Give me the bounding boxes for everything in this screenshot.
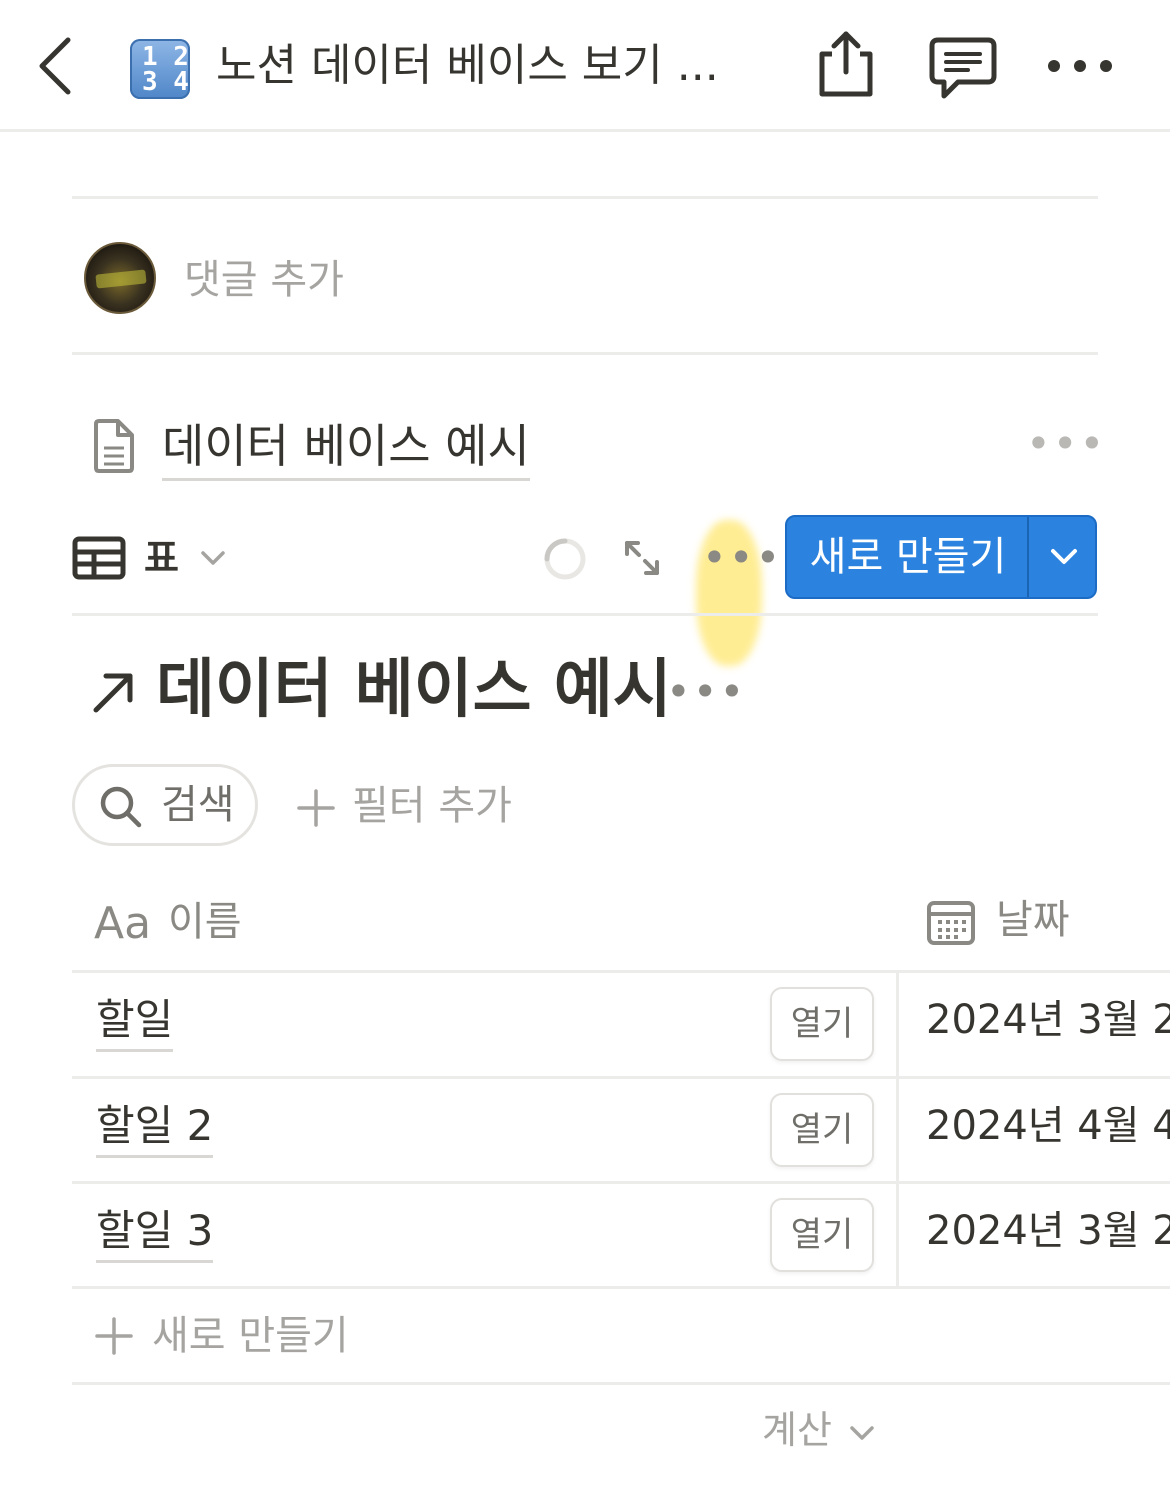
divider [72, 613, 1098, 616]
back-chevron-icon[interactable] [34, 34, 78, 98]
add-filter-button[interactable]: 필터 추가 [352, 778, 512, 834]
row-title[interactable]: 할일 [96, 991, 174, 1052]
row-title[interactable]: 할일 2 [96, 1097, 214, 1158]
add-comment-input[interactable]: 댓글 추가 [184, 254, 344, 306]
row-title[interactable]: 할일 3 [96, 1202, 214, 1263]
column-header-name[interactable]: 이름 [168, 894, 242, 950]
row-divider [72, 1286, 1170, 1289]
open-button[interactable]: 열기 [770, 1093, 874, 1167]
new-button-label[interactable]: 새로 만들기 [787, 517, 1029, 597]
database-title[interactable]: 데이터 베이스 예시 [156, 648, 672, 732]
row-divider [72, 1382, 1170, 1385]
search-label: 검색 [161, 782, 235, 828]
top-nav-bar: 1 2 3 4 노션 데이터 베이스 보기 ... [0, 0, 1170, 132]
loading-spinner-icon [544, 538, 586, 580]
date-cell[interactable]: 2024년 3월 2 [926, 1202, 1170, 1260]
divider [72, 196, 1098, 199]
chevron-down-icon[interactable] [200, 548, 226, 568]
chevron-down-icon[interactable] [848, 1422, 876, 1444]
chevron-down-icon[interactable] [1049, 545, 1079, 569]
open-button[interactable]: 열기 [770, 987, 874, 1061]
column-header-date[interactable]: 날짜 [996, 892, 1070, 948]
view-more-icon[interactable]: ••• [702, 537, 782, 579]
view-selector[interactable]: 표 [144, 530, 179, 586]
page-title[interactable]: 노션 데이터 베이스 보기 ... [216, 36, 736, 96]
document-icon [94, 419, 134, 473]
date-cell[interactable]: 2024년 4월 4 [926, 1097, 1170, 1155]
calculate-button[interactable]: 계산 [762, 1402, 832, 1458]
avatar [84, 242, 156, 314]
divider [72, 352, 1098, 355]
table-row[interactable]: 할일 열기 2024년 3월 2 [72, 973, 1170, 1077]
date-cell[interactable]: 2024년 3월 2 [926, 991, 1170, 1049]
add-row-button[interactable]: 새로 만들기 [152, 1308, 349, 1364]
plus-icon[interactable] [94, 1316, 134, 1356]
comments-icon[interactable] [928, 36, 998, 102]
open-button[interactable]: 열기 [770, 1198, 874, 1272]
linked-database-title[interactable]: 데이터 베이스 예시 [162, 416, 530, 481]
expand-icon[interactable] [622, 538, 662, 578]
page-emoji-icon: 1 2 3 4 [130, 39, 190, 99]
table-row[interactable]: 할일 2 열기 2024년 4월 4 [72, 1079, 1170, 1183]
share-icon[interactable] [814, 28, 878, 98]
calendar-icon [927, 901, 975, 945]
emoji-bottom-digits: 3 4 [142, 67, 189, 97]
more-options-icon[interactable] [1044, 48, 1116, 84]
linked-database-more-icon[interactable]: ••• [1026, 423, 1106, 465]
search-icon [100, 786, 142, 828]
database-more-icon[interactable]: ••• [666, 671, 746, 713]
table-view-icon [72, 536, 126, 580]
search-button[interactable]: 검색 [72, 764, 258, 846]
new-button[interactable]: 새로 만들기 [785, 515, 1097, 599]
text-property-icon: Aa [94, 898, 152, 949]
plus-icon[interactable] [296, 788, 336, 828]
button-divider [1027, 517, 1029, 597]
table-row[interactable]: 할일 3 열기 2024년 3월 2 [72, 1184, 1170, 1288]
linked-arrow-icon [93, 673, 133, 713]
